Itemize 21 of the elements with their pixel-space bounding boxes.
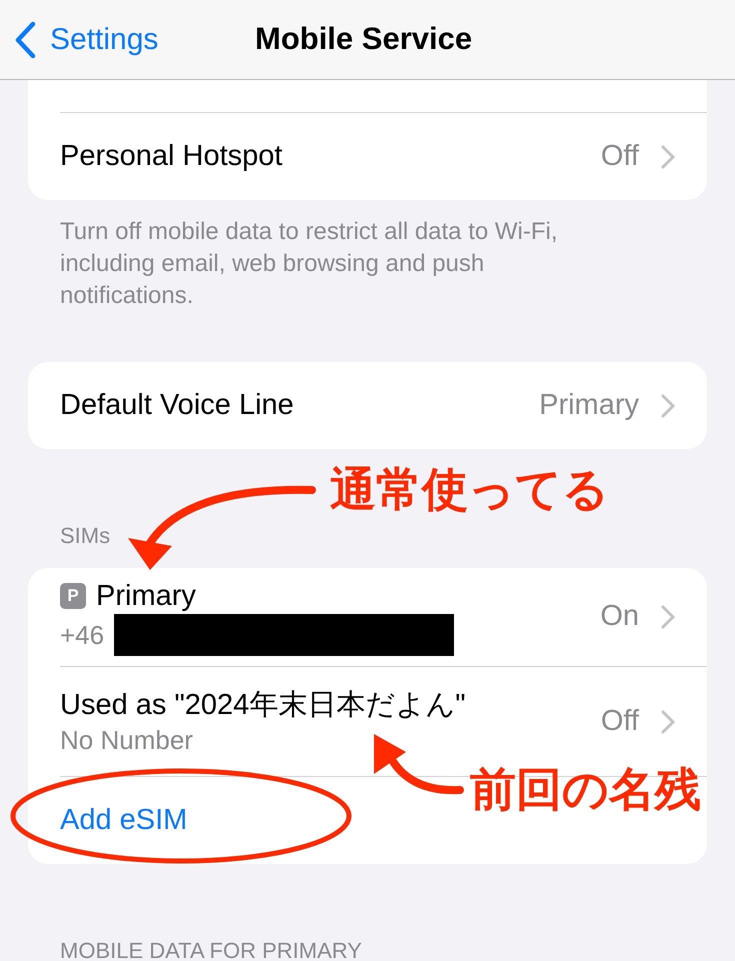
row-value: Off [600,138,639,174]
settings-row[interactable]: Personal Hotspot Off [60,113,707,200]
section-header: SIMs [59,522,112,550]
sim-name: Primary [96,579,196,614]
sim-detail: No Number [60,724,193,756]
settings-row[interactable]: Default Voice Line Primary [60,362,707,449]
sim-status: On [600,599,639,634]
footer-note: Turn off mobile data to restrict all data to Wi-Fi, including email, web browsing and push notifications. [59,217,559,311]
annotation-text: 通常使ってる [330,466,609,512]
add-esim-link[interactable]: Add eSIM [60,798,188,842]
sim-row[interactable]: P Primary +46 On [60,568,707,667]
row-label: Default Voice Line [60,388,295,423]
sim-detail: +46 [60,619,104,652]
screen-title: Mobile Service [255,20,472,58]
row-value: Primary [539,388,639,423]
sim-status: Off [600,704,639,739]
section-header: MOBILE DATA FOR PRIMARY [59,937,363,961]
row-label: Personal Hotspot [60,138,284,174]
sim-badge: P [60,583,86,609]
back-button[interactable]: Settings [0,17,158,62]
sim-name: Used as "2024年末日本だよん" [60,688,466,722]
